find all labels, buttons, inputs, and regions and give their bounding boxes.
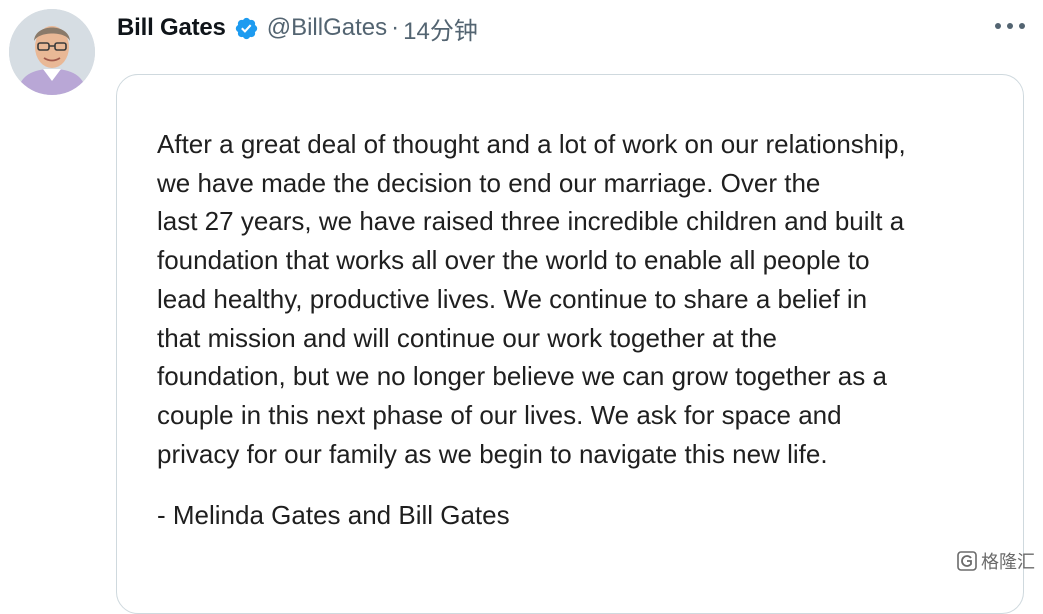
display-name[interactable]: Bill Gates <box>117 14 226 42</box>
more-horizontal-icon[interactable] <box>995 18 1025 34</box>
separator-dot: · <box>391 14 400 41</box>
more-dot <box>1007 23 1013 29</box>
verified-badge-icon <box>234 16 259 41</box>
avatar[interactable] <box>9 9 95 95</box>
more-dot <box>1019 23 1025 29</box>
statement-image-card[interactable]: After a great deal of thought and a lot … <box>116 74 1024 614</box>
watermark-logo-icon <box>957 551 977 571</box>
statement-text: After a great deal of thought and a lot … <box>157 125 1007 473</box>
handle[interactable]: @BillGates <box>267 14 387 42</box>
statement-line: foundation, but we no longer believe we … <box>157 361 887 392</box>
statement-line: that mission and will continue our work … <box>157 322 778 353</box>
tweet-header: Bill Gates @BillGates · 14分钟 <box>117 11 478 46</box>
statement-line: After a great deal of thought and a lot … <box>157 129 906 159</box>
statement-line: foundation that works all over the world… <box>157 245 870 276</box>
user-avatar-photo <box>9 9 95 95</box>
statement-line: we have made the decision to end our mar… <box>157 167 821 198</box>
statement-line: lead healthy, productive lives. We conti… <box>157 283 868 314</box>
statement-line: last 27 years, we have raised three incr… <box>157 206 905 237</box>
statement-line: couple in this next phase of our lives. … <box>157 399 842 430</box>
watermark-text: 格隆汇 <box>981 552 1035 572</box>
statement-signature: - Melinda Gates and Bill Gates <box>157 500 510 530</box>
watermark: 格隆汇 <box>957 548 1035 574</box>
statement-line: privacy for our family as we begin to na… <box>157 438 828 469</box>
tweet-timestamp[interactable]: 14分钟 <box>403 11 478 46</box>
more-dot <box>995 23 1001 29</box>
